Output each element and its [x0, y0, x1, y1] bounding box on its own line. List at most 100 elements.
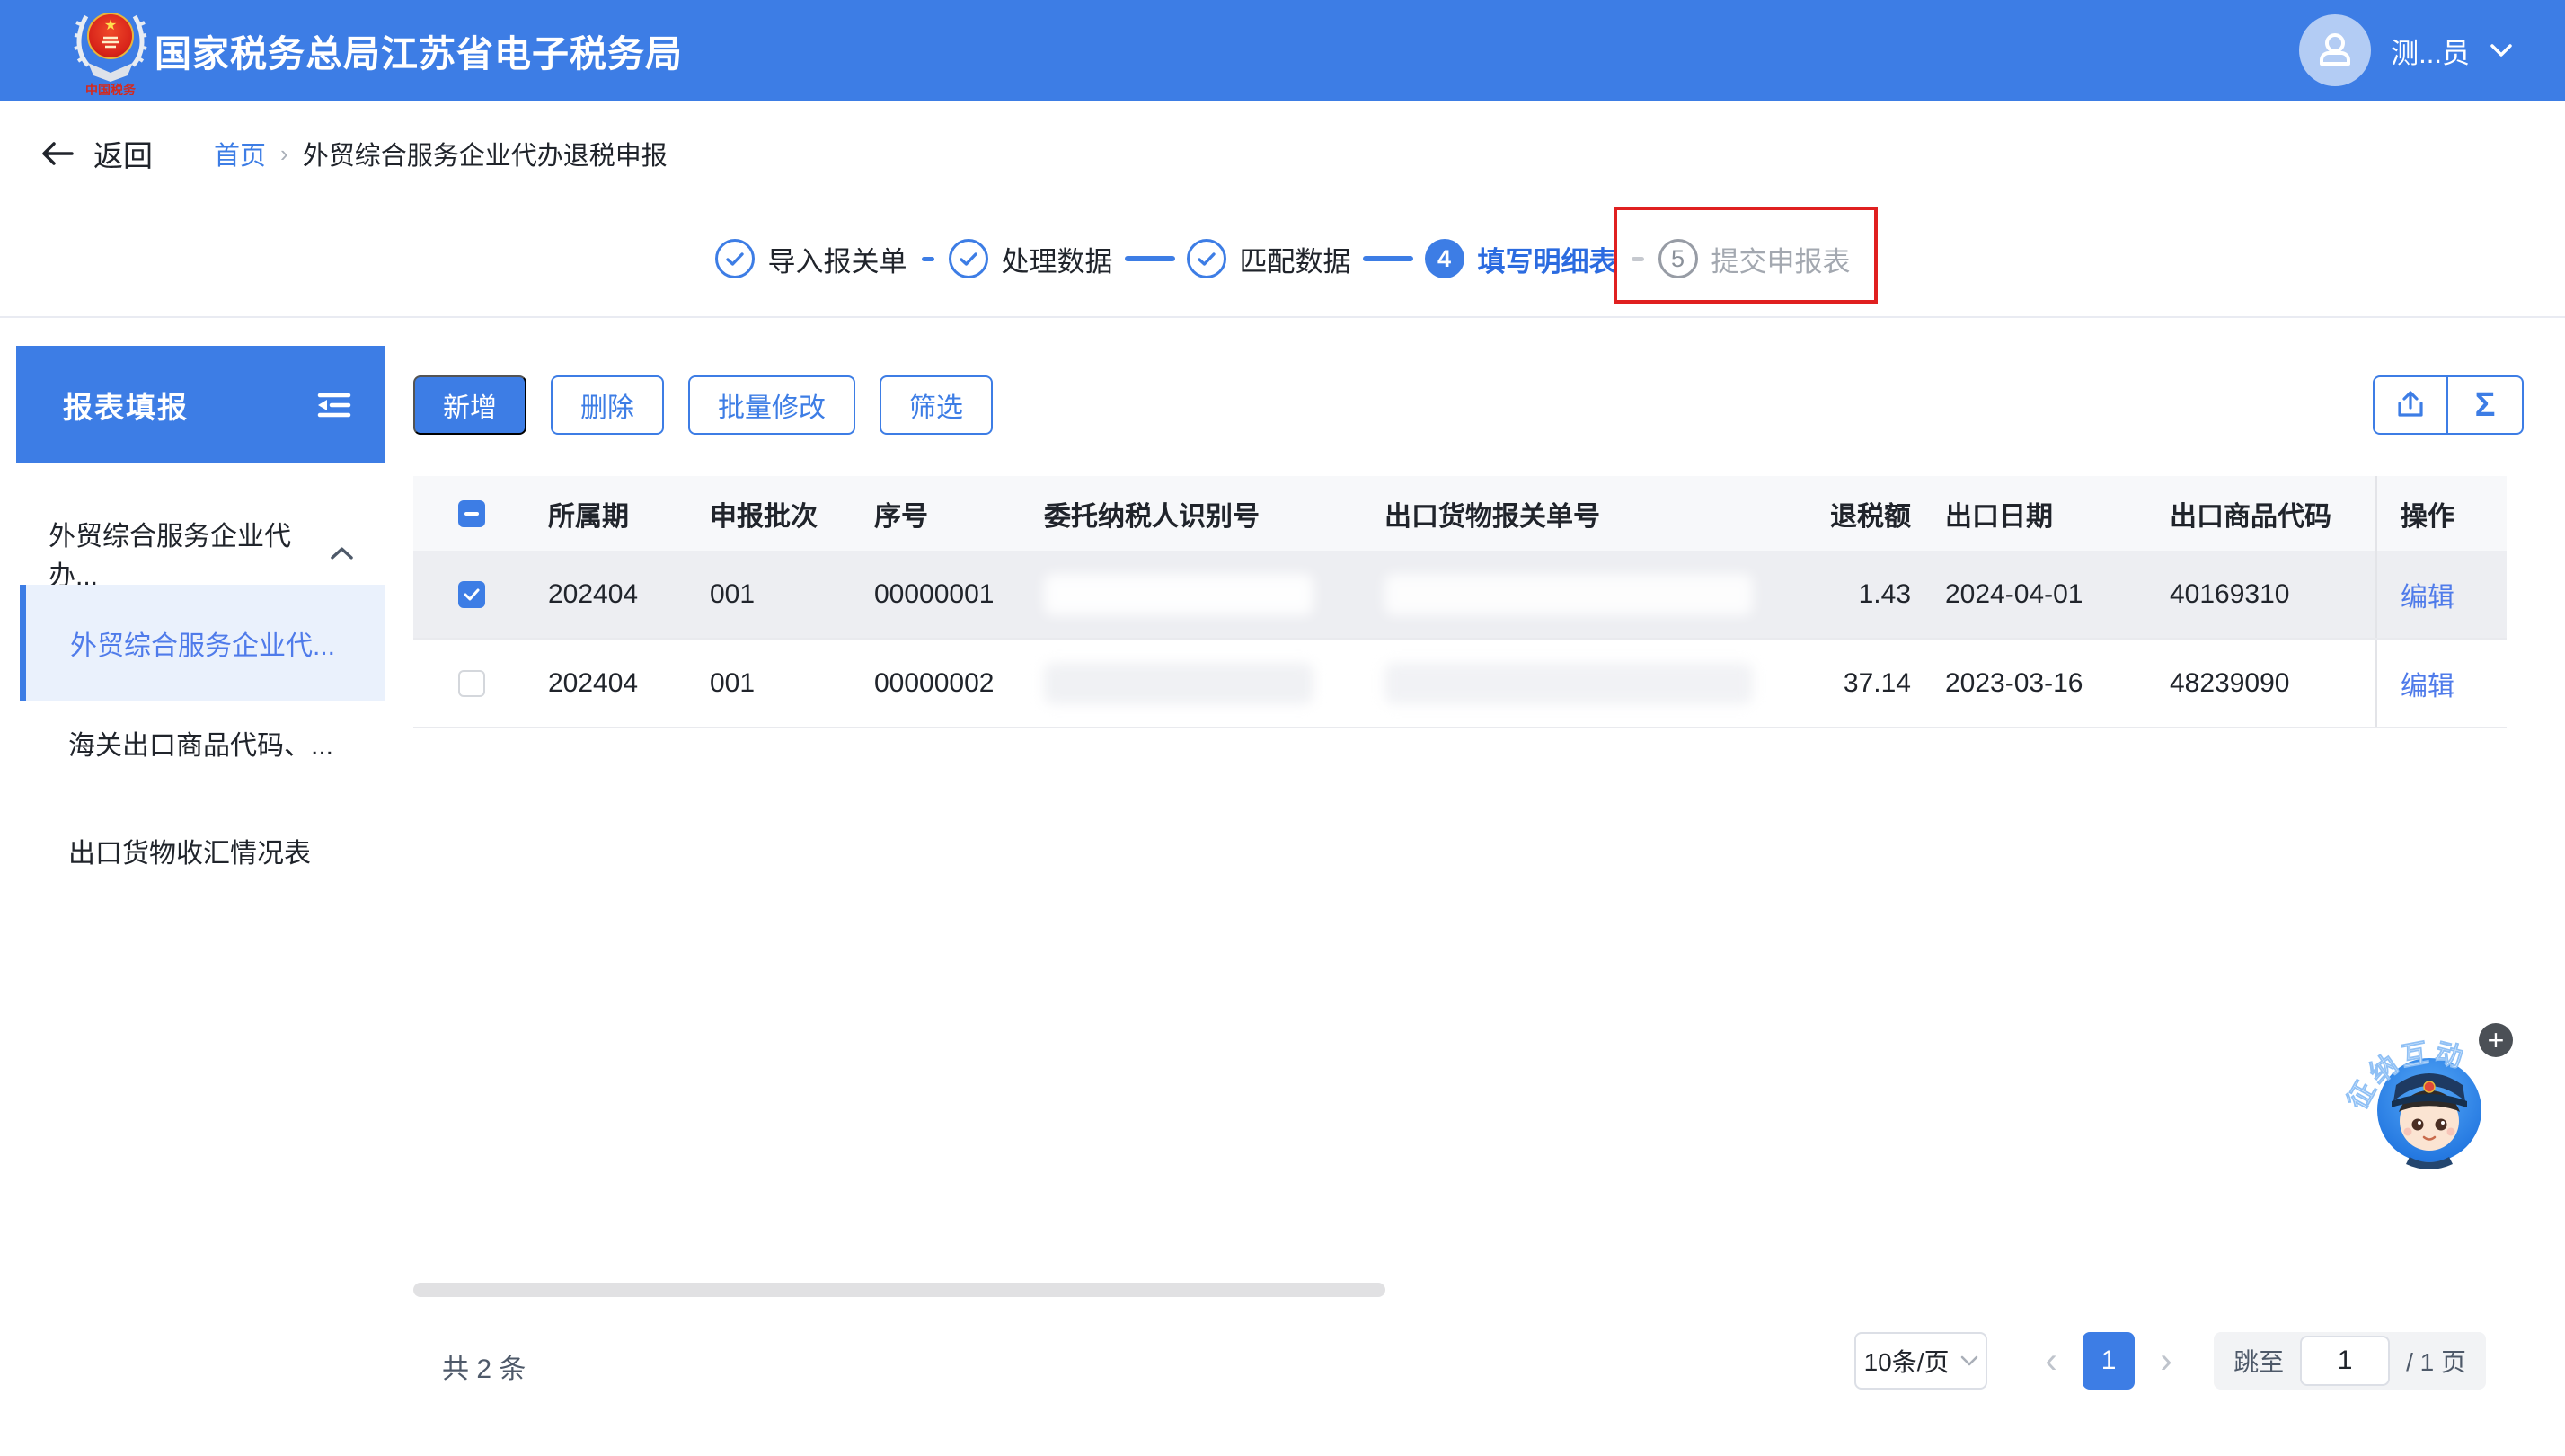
- indeterminate-mark-icon: [464, 511, 479, 516]
- step-connector: [921, 256, 934, 261]
- back-button[interactable]: 返回: [40, 132, 153, 175]
- step-done-check-icon: [948, 239, 988, 278]
- step-connector: [1362, 256, 1413, 261]
- step-number: 5: [1658, 239, 1698, 278]
- table-row: 202404 001 00000002 37.14 2023-03-16 482…: [413, 640, 2507, 728]
- cell-seq: 00000002: [874, 667, 995, 698]
- breadcrumb-home[interactable]: 首页: [214, 135, 266, 172]
- cell-export-date: 2023-03-16: [1945, 667, 2083, 698]
- total-count-label: 共 2 条: [442, 1355, 526, 1384]
- sidebar-item-foreign-trade-agency[interactable]: 外贸综合服务企业代...: [20, 585, 385, 701]
- redacted-value: [1384, 573, 1753, 615]
- page-size-select[interactable]: 10条/页: [1854, 1332, 1988, 1390]
- delete-button[interactable]: 删除: [551, 375, 664, 435]
- table-toolbar: 新增 删除 批量修改 筛选: [413, 375, 993, 435]
- person-icon: [2320, 33, 2351, 66]
- step-process-data[interactable]: 处理数据: [948, 239, 1113, 279]
- cell-commodity-code: 40169310: [2170, 578, 2290, 609]
- sidebar-title: 报表填报: [63, 390, 189, 424]
- app-header: ★ 中国税务 国家税务总局江苏省电子税务局 测...员: [0, 0, 2565, 101]
- user-name: 测...员: [2391, 37, 2470, 69]
- current-page-button[interactable]: 1: [2083, 1332, 2136, 1390]
- step-done-check-icon: [714, 239, 755, 278]
- cell-batch: 001: [710, 578, 756, 609]
- column-header-seq[interactable]: 序号: [854, 476, 1024, 551]
- mascot-expand-badge: +: [2479, 1023, 2513, 1057]
- cell-customs-no: [1366, 640, 1797, 727]
- sidebar-group-foreign-trade[interactable]: 外贸综合服务企业代办...: [16, 522, 385, 591]
- check-mark-icon: [464, 588, 480, 600]
- sidebar-item-export-forex-table[interactable]: 出口货物收汇情况表: [20, 823, 385, 878]
- redacted-value: [1384, 662, 1753, 704]
- sum-icon: Σ: [2474, 386, 2496, 424]
- cell-refund: 1.43: [1858, 578, 1911, 609]
- batch-edit-button[interactable]: 批量修改: [688, 375, 855, 435]
- breadcrumb-separator: ›: [280, 139, 288, 167]
- sidebar-item-label: 外贸综合服务企业代...: [70, 631, 336, 661]
- plus-icon: +: [2488, 1024, 2505, 1056]
- column-header-customs-no[interactable]: 出口货物报关单号: [1366, 476, 1797, 551]
- step-fill-detail-form[interactable]: 4 填写明细表: [1424, 239, 1617, 279]
- column-header-refund[interactable]: 退税额: [1797, 476, 1929, 551]
- section-divider: [0, 316, 2565, 318]
- filter-button[interactable]: 筛选: [880, 375, 993, 435]
- cell-taxpayer-id: [1024, 640, 1366, 727]
- next-page-button[interactable]: ›: [2145, 1343, 2187, 1379]
- redacted-value: [1044, 573, 1313, 615]
- table-row: 202404 001 00000001 1.43 2024-04-01 4016…: [413, 551, 2507, 640]
- page-size-value: 10条/页: [1863, 1348, 1950, 1376]
- chevron-down-icon: [2490, 44, 2512, 57]
- column-header-export-date[interactable]: 出口日期: [1929, 476, 2152, 551]
- breadcrumb-current: 外贸综合服务企业代办退税申报: [302, 142, 668, 171]
- menu-fold-icon[interactable]: [314, 388, 352, 422]
- row-checkbox[interactable]: [458, 580, 485, 608]
- row-checkbox[interactable]: [458, 669, 485, 697]
- page-title: 国家税务总局江苏省电子税务局: [155, 33, 683, 75]
- column-header-batch[interactable]: 申报批次: [692, 476, 854, 551]
- column-header-taxpayer-id[interactable]: 委托纳税人识别号: [1024, 476, 1366, 551]
- cell-refund: 37.14: [1843, 667, 1911, 698]
- step-connector: [1124, 256, 1175, 261]
- sidebar-item-label: 海关出口商品代码、...: [68, 731, 334, 761]
- step-label: 填写明细表: [1477, 245, 1617, 278]
- table-icon-actions: Σ: [2373, 375, 2524, 435]
- select-all-checkbox[interactable]: [458, 499, 485, 527]
- prev-page-button[interactable]: ‹: [2030, 1343, 2072, 1379]
- step-number: 4: [1424, 239, 1464, 278]
- column-header-commodity-code[interactable]: 出口商品代码: [2152, 476, 2375, 551]
- jump-page-input[interactable]: [2300, 1336, 2391, 1386]
- step-submit-declaration[interactable]: 5 提交申报表: [1658, 239, 1851, 279]
- sum-button[interactable]: Σ: [2448, 375, 2524, 435]
- column-header-period[interactable]: 所属期: [530, 476, 692, 551]
- horizontal-scrollbar-thumb[interactable]: [413, 1283, 1385, 1297]
- export-button[interactable]: [2373, 375, 2448, 435]
- pagination: 10条/页 ‹ 1 › 跳至 / 1 页: [1854, 1332, 2486, 1390]
- user-avatar[interactable]: [2299, 14, 2372, 86]
- step-label: 处理数据: [1001, 245, 1113, 278]
- interaction-mascot-button[interactable]: 征纳互动 +: [2342, 1011, 2532, 1187]
- step-done-check-icon: [1186, 239, 1226, 278]
- cell-export-date: 2024-04-01: [1945, 578, 2083, 609]
- back-label: 返回: [93, 139, 153, 172]
- chevron-up-icon: [331, 547, 353, 560]
- step-import-declaration[interactable]: 导入报关单: [714, 239, 907, 279]
- cell-period: 202404: [548, 667, 639, 698]
- table-header-row: 所属期 申报批次 序号 委托纳税人识别号 出口货物报关单号 退税额 出口日期 出…: [413, 476, 2507, 551]
- cell-batch: 001: [710, 667, 756, 698]
- step-label: 提交申报表: [1711, 245, 1851, 278]
- add-button[interactable]: 新增: [413, 375, 526, 435]
- total-pages-label: / 1 页: [2406, 1348, 2466, 1376]
- edit-link[interactable]: 编辑: [2401, 664, 2454, 703]
- detail-table: 所属期 申报批次 序号 委托纳税人识别号 出口货物报关单号 退税额 出口日期 出…: [413, 476, 2507, 728]
- step-indicator: 导入报关单 处理数据 匹配数据 4 填写明细表 5 提交申报表: [0, 206, 2565, 309]
- sidebar-item-customs-export-code[interactable]: 海关出口商品代码、...: [20, 715, 385, 771]
- step-match-data[interactable]: 匹配数据: [1186, 239, 1351, 279]
- cell-seq: 00000001: [874, 578, 995, 609]
- jump-label: 跳至: [2233, 1348, 2285, 1376]
- cell-customs-no: [1366, 551, 1797, 638]
- breadcrumb: 返回 首页 › 外贸综合服务企业代办退税申报: [40, 126, 668, 181]
- user-menu[interactable]: 测...员: [2299, 0, 2513, 101]
- edit-link[interactable]: 编辑: [2401, 575, 2454, 614]
- step-label: 导入报关单: [767, 245, 907, 278]
- cell-taxpayer-id: [1024, 551, 1366, 638]
